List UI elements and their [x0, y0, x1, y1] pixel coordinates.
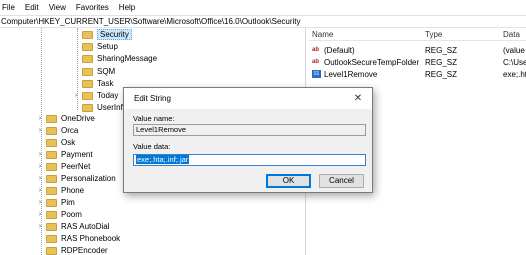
tree-item-poom[interactable]: › Poom	[36, 209, 82, 220]
value-data-text: exe;.hta;.inf;.jar	[136, 155, 190, 164]
folder-icon	[82, 42, 93, 51]
tree-item-orca[interactable]: › Orca	[36, 125, 79, 136]
value-name-field: Level1Remove	[133, 124, 366, 136]
folder-icon	[46, 210, 57, 219]
tree-item-osk[interactable]: Osk	[46, 137, 75, 148]
column-header-type[interactable]: Type	[425, 30, 442, 39]
chevron-right-icon[interactable]: ›	[36, 175, 44, 182]
value-row[interactable]: ab OutlookSecureTempFolder REG_SZ C:\Use	[309, 57, 526, 68]
menu-view[interactable]: View	[49, 3, 66, 12]
tree-item-phone[interactable]: › Phone	[36, 185, 84, 196]
folder-icon	[46, 186, 57, 195]
chevron-right-icon[interactable]: ›	[36, 127, 44, 134]
value-data: exe;.ht	[503, 70, 526, 79]
tree-item-sqm[interactable]: SQM	[82, 66, 115, 77]
tree-item-pim[interactable]: › Pim	[36, 197, 75, 208]
value-type: REG_SZ	[425, 58, 458, 67]
chevron-right-icon[interactable]: ›	[36, 223, 44, 230]
value-row[interactable]: 01 Level1Remove REG_SZ exe;.ht	[309, 69, 526, 80]
tree-item-today[interactable]: › Today	[72, 90, 119, 101]
tree-item-ras-autodial[interactable]: › RAS AutoDial	[36, 221, 110, 232]
tree-item-peernet[interactable]: › PeerNet	[36, 161, 91, 172]
string-value-icon: ab	[312, 59, 320, 65]
edit-string-dialog: Edit String ✕ Value name: Level1Remove V…	[123, 87, 373, 193]
folder-icon	[46, 246, 57, 255]
values-header: Name Type Data	[309, 28, 526, 41]
tree-item-rdpencoder[interactable]: RDPEncoder	[46, 245, 108, 255]
folder-icon	[82, 103, 93, 112]
close-icon[interactable]: ✕	[351, 92, 365, 105]
value-name: (Default)	[324, 46, 355, 55]
column-header-name[interactable]: Name	[312, 30, 333, 39]
tree-item-payment[interactable]: › Payment	[36, 149, 93, 160]
ok-button[interactable]: OK	[266, 174, 311, 188]
string-value-icon: ab	[312, 47, 320, 53]
folder-icon	[82, 91, 93, 100]
folder-icon	[46, 162, 57, 171]
cancel-button[interactable]: Cancel	[319, 174, 364, 188]
chevron-right-icon[interactable]: ›	[36, 163, 44, 170]
menu-bar: File Edit View Favorites Help	[0, 0, 526, 15]
folder-icon	[46, 222, 57, 231]
folder-icon	[46, 138, 57, 147]
folder-icon	[82, 79, 93, 88]
folder-icon	[82, 67, 93, 76]
menu-help[interactable]: Help	[119, 3, 135, 12]
menu-edit[interactable]: Edit	[25, 3, 39, 12]
dialog-body: Value name: Level1Remove Value data: exe…	[124, 109, 372, 192]
chevron-right-icon[interactable]: ›	[36, 151, 44, 158]
tree-item-security[interactable]: Security	[82, 29, 132, 40]
folder-icon	[82, 30, 93, 39]
tree-item-onedrive[interactable]: › OneDrive	[36, 113, 95, 124]
address-bar[interactable]: Computer\HKEY_CURRENT_USER\Software\Micr…	[0, 15, 526, 28]
value-type: REG_SZ	[425, 46, 458, 55]
folder-icon	[46, 150, 57, 159]
folder-icon	[82, 54, 93, 63]
dialog-titlebar[interactable]: Edit String ✕	[124, 88, 372, 109]
value-data-field[interactable]: exe;.hta;.inf;.jar	[133, 154, 366, 166]
value-name: Level1Remove	[324, 70, 378, 79]
chevron-right-icon[interactable]: ›	[36, 187, 44, 194]
chevron-right-icon[interactable]: ›	[72, 92, 80, 99]
folder-icon	[46, 198, 57, 207]
dialog-title: Edit String	[134, 94, 171, 103]
value-data-label: Value data:	[133, 142, 171, 151]
chevron-right-icon[interactable]: ›	[36, 115, 44, 122]
folder-icon	[46, 114, 57, 123]
value-name: OutlookSecureTempFolder	[324, 58, 420, 67]
tree-item-sharingmessage[interactable]: SharingMessage	[82, 53, 157, 64]
menu-file[interactable]: File	[2, 3, 15, 12]
value-name-label: Value name:	[133, 114, 175, 123]
chevron-right-icon[interactable]: ›	[36, 199, 44, 206]
value-row[interactable]: ab (Default) REG_SZ (value	[309, 45, 526, 56]
tree-item-personalization[interactable]: › Personalization	[36, 173, 116, 184]
menu-favorites[interactable]: Favorites	[76, 3, 109, 12]
value-data: (value	[503, 46, 525, 55]
value-type: REG_SZ	[425, 70, 458, 79]
value-data: C:\Use	[503, 58, 526, 67]
folder-icon	[46, 234, 57, 243]
tree-item-task[interactable]: Task	[82, 78, 113, 89]
column-header-data[interactable]: Data	[503, 30, 520, 39]
folder-icon	[46, 174, 57, 183]
folder-icon	[46, 126, 57, 135]
tree-item-userinfo[interactable]: UserInfo	[82, 102, 127, 113]
tree-item-setup[interactable]: Setup	[82, 41, 118, 52]
tree-item-ras-phonebook[interactable]: RAS Phonebook	[46, 233, 120, 244]
chevron-right-icon[interactable]: ›	[36, 211, 44, 218]
binary-value-icon: 01	[312, 70, 321, 78]
